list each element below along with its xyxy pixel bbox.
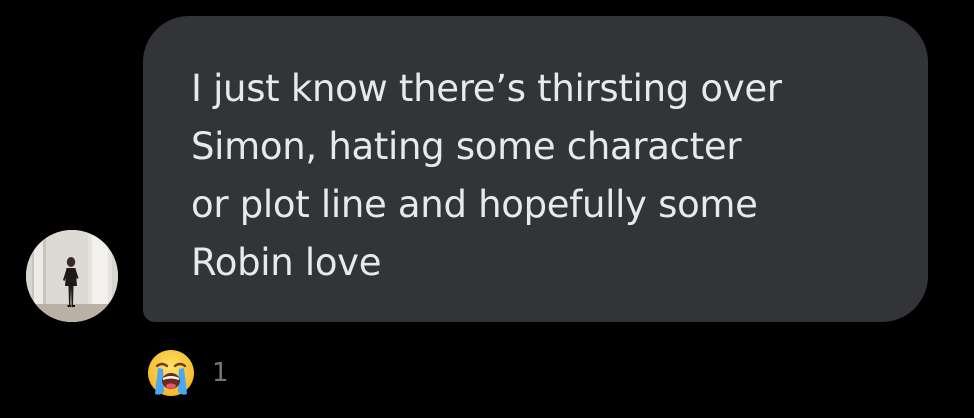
reaction-count: 1 (212, 358, 229, 388)
message-row: I just know there’s thirsting over Simon… (0, 0, 974, 418)
loudly-crying-face-icon (148, 350, 194, 396)
profile-photo-icon (26, 230, 118, 322)
reaction-badge[interactable]: 1 (146, 347, 229, 399)
message-text: I just know there’s thirsting over Simon… (191, 67, 782, 284)
message-bubble[interactable]: I just know there’s thirsting over Simon… (143, 16, 928, 322)
avatar[interactable] (26, 230, 118, 322)
